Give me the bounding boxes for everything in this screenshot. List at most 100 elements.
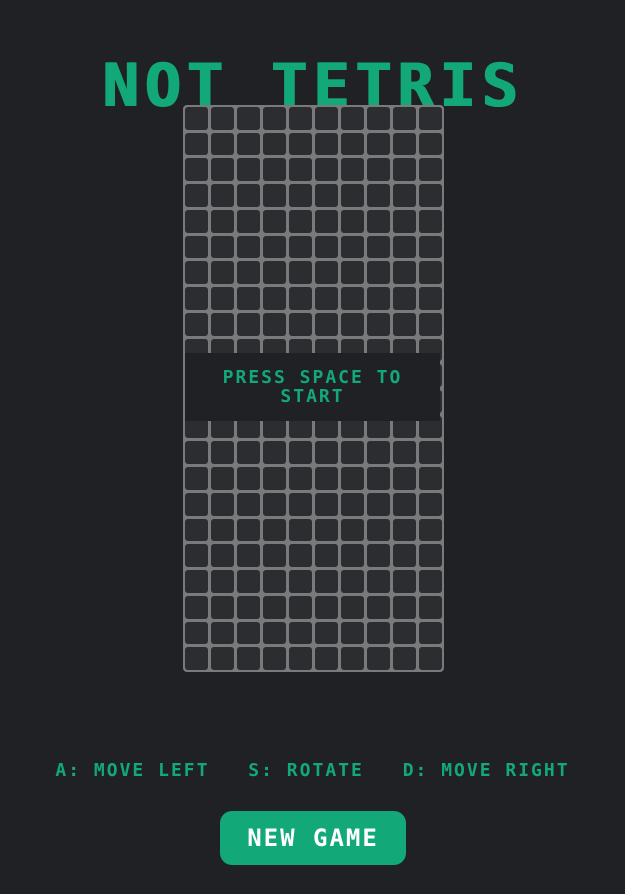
board-cell bbox=[341, 287, 364, 310]
board-cell bbox=[185, 287, 208, 310]
board-cell bbox=[289, 492, 312, 516]
board-cell bbox=[393, 441, 416, 465]
board-cell bbox=[393, 287, 416, 310]
board-cell bbox=[419, 647, 442, 670]
board-cell bbox=[393, 107, 416, 130]
board-cell bbox=[289, 312, 312, 336]
board-cell bbox=[289, 570, 312, 593]
board-cell bbox=[315, 544, 338, 568]
board-cell bbox=[237, 570, 260, 593]
board-cell bbox=[185, 441, 208, 465]
board-cell bbox=[263, 312, 286, 336]
board-cell bbox=[367, 235, 390, 259]
board-cell bbox=[263, 235, 286, 259]
game-board[interactable]: PRESS SPACE TO START bbox=[183, 105, 444, 672]
board-cell bbox=[419, 235, 442, 259]
board-cell bbox=[185, 595, 208, 619]
board-cell bbox=[341, 621, 364, 645]
board-cell bbox=[211, 621, 234, 645]
board-cell bbox=[393, 647, 416, 670]
board-cell bbox=[289, 184, 312, 207]
board-cell bbox=[211, 492, 234, 516]
board-cell bbox=[289, 132, 312, 156]
board-cell bbox=[315, 287, 338, 310]
board-cell bbox=[315, 107, 338, 130]
new-game-button[interactable]: NEW GAME bbox=[220, 811, 406, 865]
board-cell bbox=[289, 467, 312, 490]
board-cell bbox=[185, 492, 208, 516]
board-cell bbox=[263, 209, 286, 233]
board-cell bbox=[211, 518, 234, 542]
board-cell bbox=[263, 544, 286, 568]
board-cell bbox=[211, 184, 234, 207]
board-cell bbox=[289, 209, 312, 233]
board-cell bbox=[315, 441, 338, 465]
board-cell bbox=[367, 518, 390, 542]
board-cell bbox=[419, 287, 442, 310]
board-cell bbox=[393, 312, 416, 336]
board-cell bbox=[393, 492, 416, 516]
board-cell bbox=[341, 132, 364, 156]
start-overlay: PRESS SPACE TO START bbox=[185, 353, 440, 421]
board-cell bbox=[289, 544, 312, 568]
board-cell bbox=[315, 184, 338, 207]
board-cell bbox=[263, 441, 286, 465]
board-cell bbox=[211, 209, 234, 233]
board-cell bbox=[263, 570, 286, 593]
board-cell bbox=[393, 595, 416, 619]
board-cell bbox=[367, 287, 390, 310]
board-cell bbox=[341, 158, 364, 182]
board-cell bbox=[211, 158, 234, 182]
board-cell bbox=[419, 544, 442, 568]
board-cell bbox=[237, 621, 260, 645]
board-cell bbox=[419, 209, 442, 233]
board-cell bbox=[289, 107, 312, 130]
board-cell bbox=[237, 235, 260, 259]
board-cell bbox=[419, 132, 442, 156]
board-cell bbox=[211, 544, 234, 568]
board-cell bbox=[237, 287, 260, 310]
board-cell bbox=[263, 158, 286, 182]
board-cell bbox=[419, 107, 442, 130]
board-cell bbox=[237, 595, 260, 619]
board-cell bbox=[289, 518, 312, 542]
board-cell bbox=[237, 184, 260, 207]
board-cell bbox=[367, 158, 390, 182]
board-cell bbox=[211, 570, 234, 593]
board-cell bbox=[237, 107, 260, 130]
board-cell bbox=[289, 595, 312, 619]
board-cell bbox=[367, 492, 390, 516]
board-cell bbox=[289, 158, 312, 182]
board-cell bbox=[393, 158, 416, 182]
board-cell bbox=[393, 544, 416, 568]
board-cell bbox=[237, 132, 260, 156]
board-cell bbox=[393, 209, 416, 233]
board-cell bbox=[341, 261, 364, 285]
board-cell bbox=[341, 209, 364, 233]
board-cell bbox=[237, 647, 260, 670]
board-cell bbox=[263, 647, 286, 670]
board-cell bbox=[367, 467, 390, 490]
board-cell bbox=[367, 209, 390, 233]
board-cell bbox=[263, 132, 286, 156]
board-cell bbox=[341, 570, 364, 593]
board-cell bbox=[211, 132, 234, 156]
board-cell bbox=[419, 312, 442, 336]
board-cell bbox=[341, 312, 364, 336]
board-cell bbox=[341, 467, 364, 490]
board-cell bbox=[315, 312, 338, 336]
board-cell bbox=[341, 235, 364, 259]
board-cell bbox=[341, 441, 364, 465]
board-cell bbox=[419, 570, 442, 593]
board-cell bbox=[367, 132, 390, 156]
board-cell bbox=[367, 570, 390, 593]
board-cell bbox=[211, 647, 234, 670]
board-cell bbox=[315, 132, 338, 156]
board-cell bbox=[341, 595, 364, 619]
board-cell bbox=[263, 518, 286, 542]
board-cell bbox=[185, 132, 208, 156]
control-rotate: S: ROTATE bbox=[248, 760, 364, 781]
board-cell bbox=[393, 518, 416, 542]
board-cell bbox=[367, 595, 390, 619]
board-cell bbox=[289, 261, 312, 285]
